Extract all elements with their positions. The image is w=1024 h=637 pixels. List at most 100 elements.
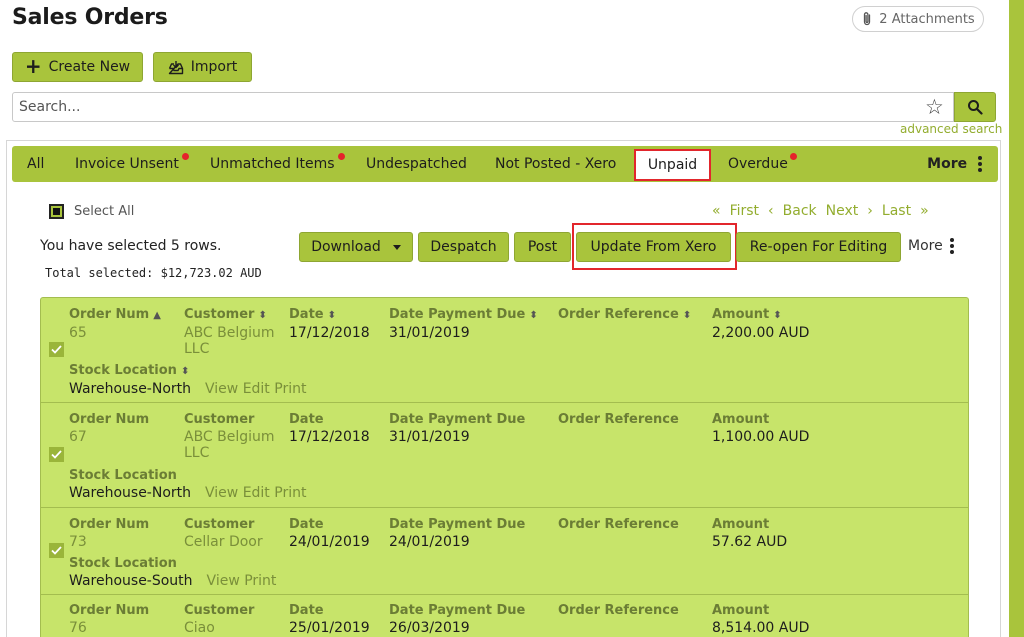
amount-cell: Amount ⬍ 2,200.00 AUD <box>712 307 809 341</box>
pagination: « First ‹ Back Next › Last » <box>712 203 938 219</box>
customer-label: Customer <box>184 412 255 427</box>
order-num-header[interactable]: Order Num <box>69 307 149 322</box>
reference-cell: Order Reference <box>558 603 679 619</box>
attachments-button[interactable]: 2 Attachments <box>852 6 984 32</box>
chevron-right-icon[interactable]: › <box>867 203 873 219</box>
due-cell: Date Payment Due ⬍ 31/01/2019 <box>389 307 538 341</box>
date-cell: Date ⬍ 17/12/2018 <box>289 307 370 341</box>
create-new-button[interactable]: + Create New <box>12 52 143 82</box>
stock-location-header[interactable]: Stock Location <box>69 363 177 378</box>
amount-value: 2,200.00 AUD <box>712 325 810 341</box>
date-label: Date <box>289 603 324 618</box>
sort-icon[interactable]: ⬍ <box>773 310 781 321</box>
row-action-links[interactable]: View Print <box>207 573 277 589</box>
tab-all[interactable]: All <box>27 146 44 182</box>
search-icon <box>968 100 983 115</box>
tab-unpaid[interactable]: Unpaid <box>634 149 711 181</box>
order-num-cell: Order Num ▲ 65 <box>69 307 161 341</box>
customer-link[interactable]: Ciao <box>184 620 284 636</box>
date-value: 17/12/2018 <box>289 325 370 341</box>
amount-cell: Amount 57.62 AUD <box>712 517 787 550</box>
sort-icon[interactable]: ⬍ <box>529 310 537 321</box>
tab-undespatched[interactable]: Undespatched <box>366 146 467 182</box>
date-payment-due-label: Date Payment Due <box>389 603 526 618</box>
sort-icon[interactable]: ⬍ <box>683 310 691 321</box>
actions-more-button[interactable]: More <box>908 238 954 254</box>
row-action-links[interactable]: View Edit Print <box>205 381 306 397</box>
date-value: 24/01/2019 <box>289 534 370 550</box>
import-label: Import <box>190 59 238 75</box>
order-num-cell: Order Num 76 <box>69 603 149 636</box>
double-chevron-left-icon[interactable]: « <box>712 203 721 219</box>
date-value: 17/12/2018 <box>289 429 370 445</box>
check-icon <box>51 345 62 354</box>
date-value: 25/01/2019 <box>289 620 370 636</box>
order-num-link[interactable]: 76 <box>69 620 149 636</box>
sort-icon[interactable]: ⬍ <box>328 310 336 321</box>
row-checkbox[interactable] <box>49 342 64 357</box>
row-checkbox[interactable] <box>49 543 64 558</box>
order-reference-label: Order Reference <box>558 412 679 427</box>
tab-unmatched-items[interactable]: Unmatched Items <box>210 146 335 182</box>
more-vertical-icon <box>978 156 982 172</box>
order-reference-label: Order Reference <box>558 603 679 618</box>
amount-label: Amount <box>712 603 770 618</box>
paperclip-icon <box>864 12 871 26</box>
tab-not-posted-xero[interactable]: Not Posted - Xero <box>495 146 616 182</box>
create-new-label: Create New <box>48 59 131 75</box>
due-cell: Date Payment Due 24/01/2019 <box>389 517 525 550</box>
select-all[interactable]: Select All <box>49 204 134 219</box>
sort-icon[interactable]: ⬍ <box>181 366 189 377</box>
import-icon <box>168 60 183 74</box>
sort-icon[interactable]: ⬍ <box>258 310 266 321</box>
search-input[interactable] <box>19 97 909 117</box>
post-button[interactable]: Post <box>514 232 571 262</box>
double-chevron-right-icon[interactable]: » <box>920 203 929 219</box>
table-row[interactable]: Order Num 73 Customer Cellar Door Date 2… <box>41 508 968 595</box>
download-button[interactable]: Download <box>299 232 413 262</box>
table-row[interactable]: Order Num 76 Customer Ciao Date 25/01/20… <box>41 595 968 637</box>
table-row[interactable]: Order Num 67 Customer ABC Belgium LLC Da… <box>41 403 968 508</box>
import-button[interactable]: Import <box>153 52 252 82</box>
pager-next[interactable]: Next <box>826 203 859 219</box>
tab-invoice-unsent[interactable]: Invoice Unsent <box>75 146 179 182</box>
order-num-link[interactable]: 73 <box>69 534 149 550</box>
pager-first[interactable]: First <box>730 203 759 219</box>
download-label: Download <box>311 239 381 255</box>
customer-link[interactable]: ABC Belgium LLC <box>184 429 284 461</box>
customer-link[interactable]: ABC Belgium LLC <box>184 325 284 357</box>
sort-asc-icon[interactable]: ▲ <box>153 310 161 321</box>
check-icon <box>51 546 62 555</box>
total-selected-text: Total selected: $12,723.02 AUD <box>45 266 262 280</box>
date-cell: Date 24/01/2019 <box>289 517 370 550</box>
star-icon[interactable]: ☆ <box>925 97 944 118</box>
customer-link[interactable]: Cellar Door <box>184 534 284 550</box>
pager-back[interactable]: Back <box>783 203 817 219</box>
order-num-link[interactable]: 65 <box>69 325 161 341</box>
row-checkbox[interactable] <box>49 447 64 462</box>
location-cell: Stock Location Warehouse-North View Edit … <box>69 468 306 501</box>
customer-header[interactable]: Customer <box>184 307 254 322</box>
despatch-button[interactable]: Despatch <box>418 232 509 262</box>
caret-down-icon <box>392 244 401 250</box>
reopen-for-editing-button[interactable]: Re-open For Editing <box>736 232 901 262</box>
pager-last[interactable]: Last <box>882 203 911 219</box>
search-button[interactable] <box>954 92 996 122</box>
date-payment-due-header[interactable]: Date Payment Due <box>389 307 525 322</box>
advanced-search-link[interactable]: advanced search <box>900 122 1002 136</box>
tab-overdue[interactable]: Overdue <box>728 146 788 182</box>
chevron-left-icon[interactable]: ‹ <box>768 203 774 219</box>
date-header[interactable]: Date <box>289 307 324 322</box>
amount-header[interactable]: Amount <box>712 307 769 322</box>
row-action-links[interactable]: View Edit Print <box>205 485 306 501</box>
due-cell: Date Payment Due 26/03/2019 <box>389 603 525 636</box>
date-payment-due-label: Date Payment Due <box>389 412 526 427</box>
unmatched-items-alert-dot <box>338 153 345 160</box>
order-num-link[interactable]: 67 <box>69 429 149 445</box>
select-all-checkbox[interactable] <box>49 204 64 219</box>
due-value: 26/03/2019 <box>389 620 470 636</box>
tabs-more-button[interactable]: More <box>927 146 982 182</box>
date-payment-due-label: Date Payment Due <box>389 517 526 532</box>
table-row[interactable]: Order Num ▲ 65 Customer ⬍ ABC Belgium LLC … <box>41 298 968 403</box>
order-reference-header[interactable]: Order Reference <box>558 307 679 322</box>
